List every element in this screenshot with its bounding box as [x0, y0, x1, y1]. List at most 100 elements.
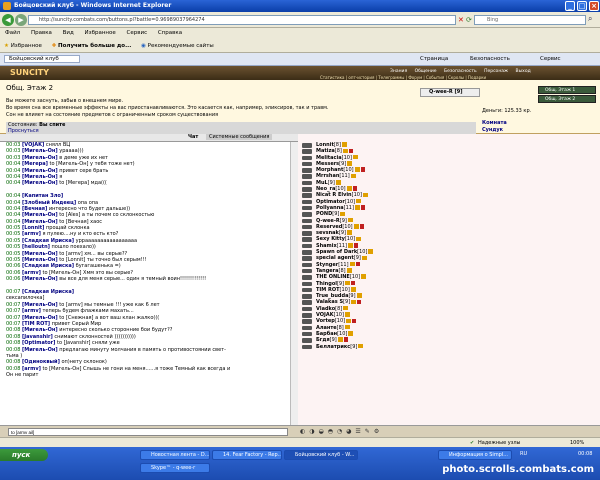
- info-icon[interactable]: [356, 293, 362, 298]
- floor2-button[interactable]: Общ. Этаж 2: [538, 95, 596, 103]
- lang-indicator[interactable]: RU: [520, 451, 527, 457]
- tab-system-messages[interactable]: Системные сообщения: [206, 134, 273, 140]
- chat-nick[interactable]: [Мигель-Он]: [22, 212, 58, 218]
- refresh-icon[interactable]: ⟳: [466, 15, 473, 25]
- chat-toolbar-icons[interactable]: ◐◑◒◓◔◕☰✎⚙: [300, 428, 383, 435]
- user-name[interactable]: Reserved: [316, 224, 342, 230]
- back-button[interactable]: ◀: [2, 14, 14, 26]
- chat-nick[interactable]: [Мигель-Он]: [22, 257, 58, 263]
- user-name[interactable]: TIM ROT: [316, 287, 340, 293]
- menu-favorites[interactable]: Избранное: [85, 30, 116, 36]
- user-name[interactable]: Tangera: [316, 268, 339, 274]
- chat-nick[interactable]: [Мигель-Он]: [22, 155, 58, 161]
- user-name[interactable]: Messers: [316, 161, 339, 167]
- info-icon[interactable]: [354, 167, 360, 172]
- chat-nick[interactable]: [Мигель-Он]: [22, 180, 58, 186]
- user-name[interactable]: True_budda: [316, 293, 348, 299]
- user-name[interactable]: Lonnit: [316, 142, 334, 148]
- info-icon[interactable]: [345, 280, 351, 286]
- info-icon[interactable]: [354, 205, 360, 210]
- user-name[interactable]: Thingol: [316, 281, 337, 287]
- info-icon[interactable]: [347, 243, 353, 248]
- info-icon[interactable]: [353, 224, 359, 229]
- info-icon[interactable]: [368, 249, 374, 254]
- user-name[interactable]: Q-wee-R: [316, 218, 340, 224]
- start-button[interactable]: пуск: [0, 449, 48, 461]
- info-icon[interactable]: [356, 236, 362, 242]
- forward-button[interactable]: ▶: [15, 14, 27, 26]
- user-name[interactable]: Sexy Kitty: [316, 236, 345, 242]
- user-name[interactable]: sevsnak: [316, 230, 339, 236]
- search-icon[interactable]: ⌕: [588, 14, 592, 24]
- info-icon[interactable]: [351, 299, 357, 305]
- user-name[interactable]: Pollyanna: [316, 205, 344, 211]
- chat-nick[interactable]: [Сладкая Ириска]: [22, 263, 74, 269]
- chat-nick[interactable]: [helloutn]: [22, 244, 50, 250]
- menu-view[interactable]: Вид: [63, 30, 74, 36]
- info-icon[interactable]: [362, 192, 368, 198]
- info-icon[interactable]: [352, 154, 358, 160]
- info-icon[interactable]: [344, 324, 350, 330]
- chat-nick[interactable]: [Одиноквый]: [22, 359, 60, 365]
- user-name[interactable]: Vortep: [316, 318, 335, 324]
- nav-character[interactable]: Персонаж: [484, 69, 508, 74]
- chat-nick[interactable]: [Сладкая Ириска]: [22, 289, 74, 295]
- chat-nick[interactable]: [Lonnit]: [22, 225, 44, 231]
- chat-nick[interactable]: [Вечная]: [22, 206, 47, 212]
- info-icon[interactable]: [356, 198, 362, 204]
- info-icon[interactable]: [347, 161, 353, 166]
- task-skype[interactable]: Skype™ - q-wee-r: [140, 463, 210, 473]
- close-button[interactable]: ×: [589, 1, 599, 11]
- menu-tools[interactable]: Сервис: [127, 30, 148, 36]
- nav-knowledge[interactable]: Знания: [390, 69, 407, 74]
- recommended-sites-link[interactable]: Рекомендуемые сайты: [148, 43, 214, 49]
- chat-nick[interactable]: [Мигель-Он]: [22, 251, 58, 257]
- info-icon[interactable]: [346, 186, 352, 191]
- chat-nick[interactable]: [Мигель-Он]: [22, 315, 58, 321]
- info-icon[interactable]: [340, 211, 346, 217]
- chat-nick[interactable]: [armv]: [22, 366, 41, 372]
- user-name[interactable]: special agent: [316, 255, 354, 261]
- task-fear-factory[interactable]: 14. Fear Factory - Rep...: [212, 450, 282, 460]
- chat-nick[interactable]: [armv]: [22, 308, 41, 314]
- task-fight-club[interactable]: Бойцовский клуб - W...: [284, 450, 358, 460]
- tab-fight-club[interactable]: Бойцовский клуб: [4, 55, 80, 63]
- task-simpl[interactable]: Информация о Simpl...: [438, 450, 512, 460]
- user-name[interactable]: Vladko: [316, 306, 335, 312]
- chat-nick[interactable]: [Optimator]: [22, 340, 55, 346]
- chat-nick[interactable]: [Сладкая Ириска]: [22, 238, 74, 244]
- user-name[interactable]: POND: [316, 211, 332, 217]
- info-icon[interactable]: [350, 287, 356, 292]
- chat-nick[interactable]: [Капитан Зло]: [22, 193, 63, 199]
- chat-nick[interactable]: [TIM ROT]: [22, 321, 50, 327]
- user-list-item[interactable]: Беллатрикс[9]: [298, 344, 600, 350]
- chat-nick[interactable]: [Мигель-Он]: [22, 219, 58, 225]
- chat-nick[interactable]: [Мигель-Он]: [22, 347, 58, 353]
- chat-nick[interactable]: [armv]: [22, 270, 41, 276]
- user-name[interactable]: Spawn of Dark: [316, 249, 357, 255]
- user-name[interactable]: Optimator: [316, 199, 345, 205]
- info-icon[interactable]: [347, 217, 353, 223]
- search-input[interactable]: Bing: [474, 15, 586, 25]
- user-name[interactable]: Nicat R Elvin: [316, 192, 352, 198]
- info-icon[interactable]: [358, 343, 364, 349]
- info-icon[interactable]: [344, 312, 350, 317]
- user-name[interactable]: Morphant: [316, 167, 343, 173]
- user-name[interactable]: Mrrshan: [316, 173, 339, 179]
- room-link[interactable]: Комната: [482, 120, 507, 126]
- info-icon[interactable]: [342, 148, 348, 154]
- chest-link[interactable]: Сундук: [482, 127, 503, 133]
- security-menu[interactable]: Безопасность: [470, 53, 510, 66]
- info-icon[interactable]: [361, 274, 367, 279]
- info-icon[interactable]: [350, 173, 356, 179]
- chat-nick[interactable]: [Мегера]: [22, 161, 48, 167]
- info-icon[interactable]: [346, 268, 352, 273]
- page-menu[interactable]: Страница: [420, 53, 448, 66]
- chat-nick[interactable]: [Javanshir]: [22, 334, 53, 340]
- stop-icon[interactable]: ✕: [458, 15, 465, 25]
- menu-file[interactable]: Файл: [5, 30, 20, 36]
- player-info[interactable]: Q-wee-R [9]: [420, 88, 480, 97]
- user-name[interactable]: Shamix: [316, 243, 337, 249]
- chat-nick[interactable]: [VOJAK]: [22, 142, 44, 148]
- chat-scrollbar[interactable]: [290, 142, 298, 425]
